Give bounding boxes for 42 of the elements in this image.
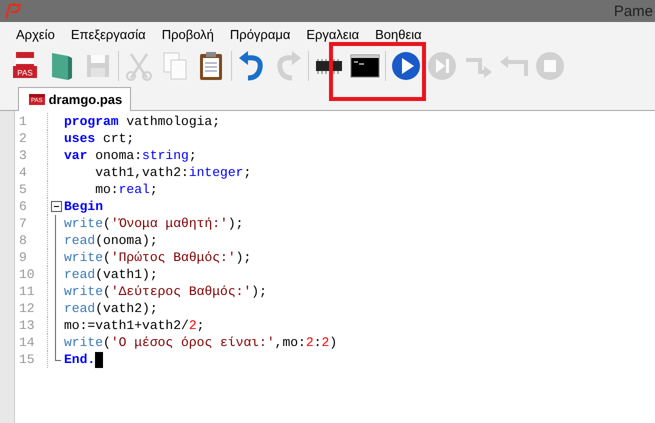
menu-item[interactable]: Εργαλεια	[298, 26, 368, 42]
code-line: write('Πρώτος Βαθμός:');	[64, 250, 252, 265]
line-number: 14	[15, 334, 48, 351]
line-number: 9	[15, 249, 48, 266]
menu-item[interactable]: Βοηθεια	[367, 26, 430, 42]
logo-icon	[4, 2, 24, 20]
code-line: read(onoma);	[64, 233, 158, 248]
line-number: 10	[15, 266, 48, 283]
code-line: var onoma:string;	[64, 148, 197, 163]
line-number: 11	[15, 283, 48, 300]
code-line: write('Ο μέσος όρος είναι:',mo:2:2)	[64, 335, 338, 350]
menu-item[interactable]: Αρχείο	[8, 26, 63, 42]
code-line: program vathmologia;	[64, 114, 220, 129]
code-line: Begin	[64, 199, 104, 214]
line-number: 3	[15, 147, 48, 164]
line-number: 8	[15, 232, 48, 249]
step-icon	[426, 50, 458, 82]
menu-item[interactable]: Πρόγραμα	[222, 26, 298, 42]
line-number: 12	[15, 300, 48, 317]
menu-item[interactable]: Προβολή	[154, 26, 222, 42]
collapse-icon[interactable]	[50, 201, 62, 212]
line-number: 6	[15, 198, 48, 215]
code-line: mo:=vath1+vath2/2;	[64, 318, 204, 333]
line-number: 5	[15, 181, 48, 198]
code-line: write('Όνομα μαθητή:');	[64, 216, 244, 231]
code-line: uses crt;	[64, 131, 134, 146]
line-number: 15	[15, 351, 48, 368]
code-line: End.	[64, 352, 96, 367]
line-number: 13	[15, 317, 48, 334]
stop-icon	[534, 50, 566, 82]
line-number: 1	[15, 113, 48, 130]
code-line: read(vath1);	[64, 267, 158, 282]
window-title: Pame	[614, 2, 653, 20]
menu-item[interactable]: Επεξεργασία	[62, 26, 154, 42]
code-line: write('Δεύτερος Βαθμός:');	[64, 284, 267, 299]
play-icon	[390, 50, 422, 82]
code-line: mo:real;	[95, 182, 158, 197]
code-line: read(vath2);	[64, 301, 158, 316]
code-line: vath1,vath2:integer;	[95, 165, 252, 180]
line-number: 2	[15, 130, 48, 147]
line-number: 4	[15, 164, 48, 181]
line-number: 7	[15, 215, 48, 232]
